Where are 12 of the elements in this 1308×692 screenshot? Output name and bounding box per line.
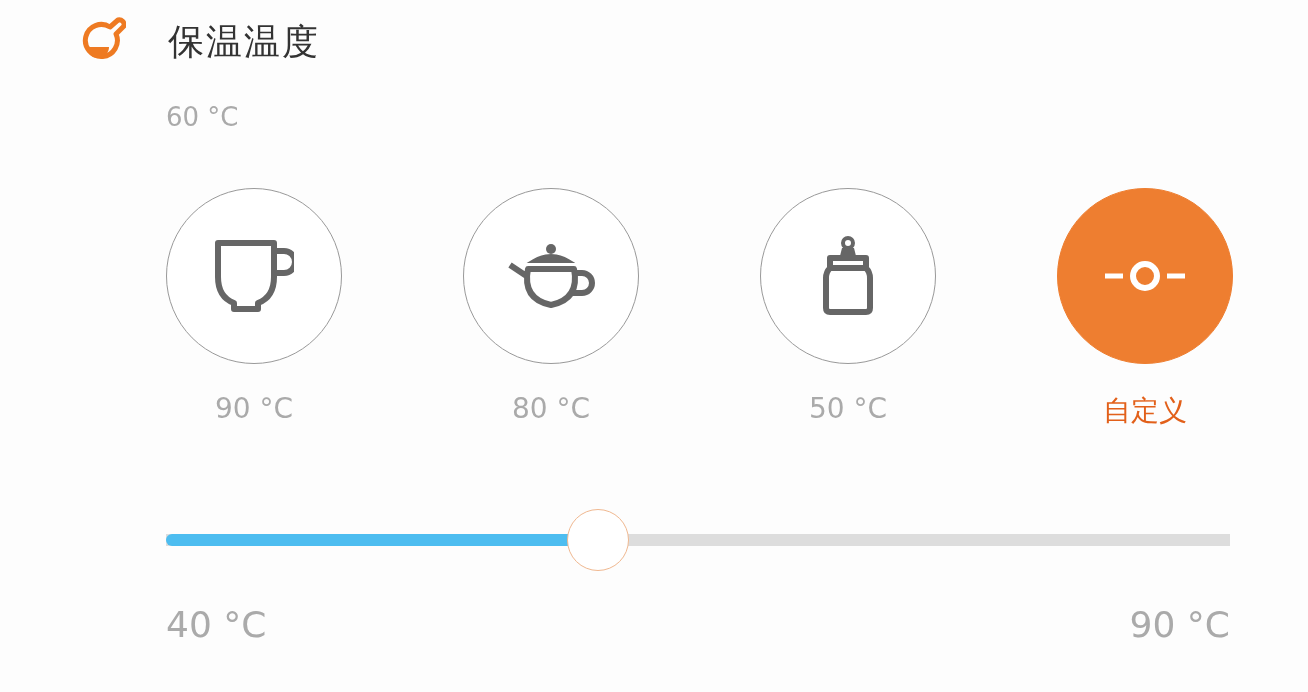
- slider-icon: [1103, 259, 1187, 293]
- teapot-icon: [506, 241, 596, 311]
- minimum-label: 40 °C: [166, 604, 267, 645]
- preset-label: 50 °C: [808, 392, 888, 425]
- cup-icon: [214, 239, 294, 313]
- baby-bottle-icon: [822, 236, 874, 316]
- maximum-label: 90 °C: [1129, 604, 1230, 645]
- preset-label: 80 °C: [511, 392, 591, 425]
- current-temperature: 60 °C: [166, 102, 240, 132]
- preset-label: 自定义: [1103, 393, 1187, 429]
- section-title: 保温温度: [168, 19, 320, 64]
- preset-label: 90 °C: [214, 392, 294, 425]
